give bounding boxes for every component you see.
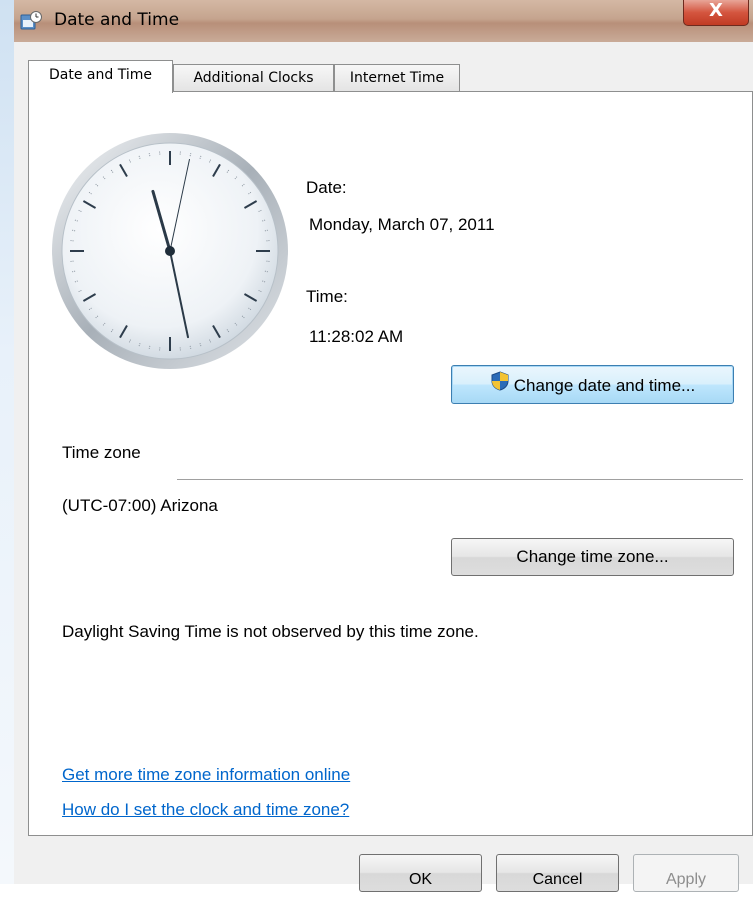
change-time-zone-button[interactable]: Change time zone... (451, 538, 734, 576)
tab-date-and-time[interactable]: Date and Time (28, 60, 173, 93)
tab-internet-time[interactable]: Internet Time (334, 64, 460, 91)
date-label: Date: (306, 178, 347, 198)
change-date-time-button[interactable]: Change date and time... (451, 365, 734, 404)
dialog-body: Date and Time Additional Clocks Internet… (14, 42, 753, 884)
dst-note: Daylight Saving Time is not observed by … (62, 622, 479, 642)
clock-center-pin (165, 246, 175, 256)
title-bar[interactable]: Date and Time X (14, 0, 753, 43)
close-button[interactable]: X (683, 0, 749, 26)
uac-shield-icon (490, 367, 510, 404)
date-value: Monday, March 07, 2011 (309, 215, 495, 235)
time-value: 11:28:02 AM (309, 327, 403, 347)
tab-additional-clocks[interactable]: Additional Clocks (173, 64, 334, 91)
more-time-zone-info-link[interactable]: Get more time zone information online (62, 765, 350, 785)
date-time-app-icon (20, 11, 42, 31)
time-zone-section-label: Time zone (62, 443, 141, 463)
close-icon: X (709, 0, 723, 21)
time-zone-value: (UTC-07:00) Arizona (62, 496, 218, 516)
time-label: Time: (306, 287, 348, 307)
apply-button[interactable]: Apply (633, 854, 739, 892)
time-zone-divider (177, 479, 743, 481)
analog-clock (50, 131, 290, 371)
window-title: Date and Time (54, 10, 179, 30)
how-to-set-clock-link[interactable]: How do I set the clock and time zone? (62, 800, 349, 820)
cancel-button[interactable]: Cancel (496, 854, 619, 892)
ok-button[interactable]: OK (359, 854, 482, 892)
